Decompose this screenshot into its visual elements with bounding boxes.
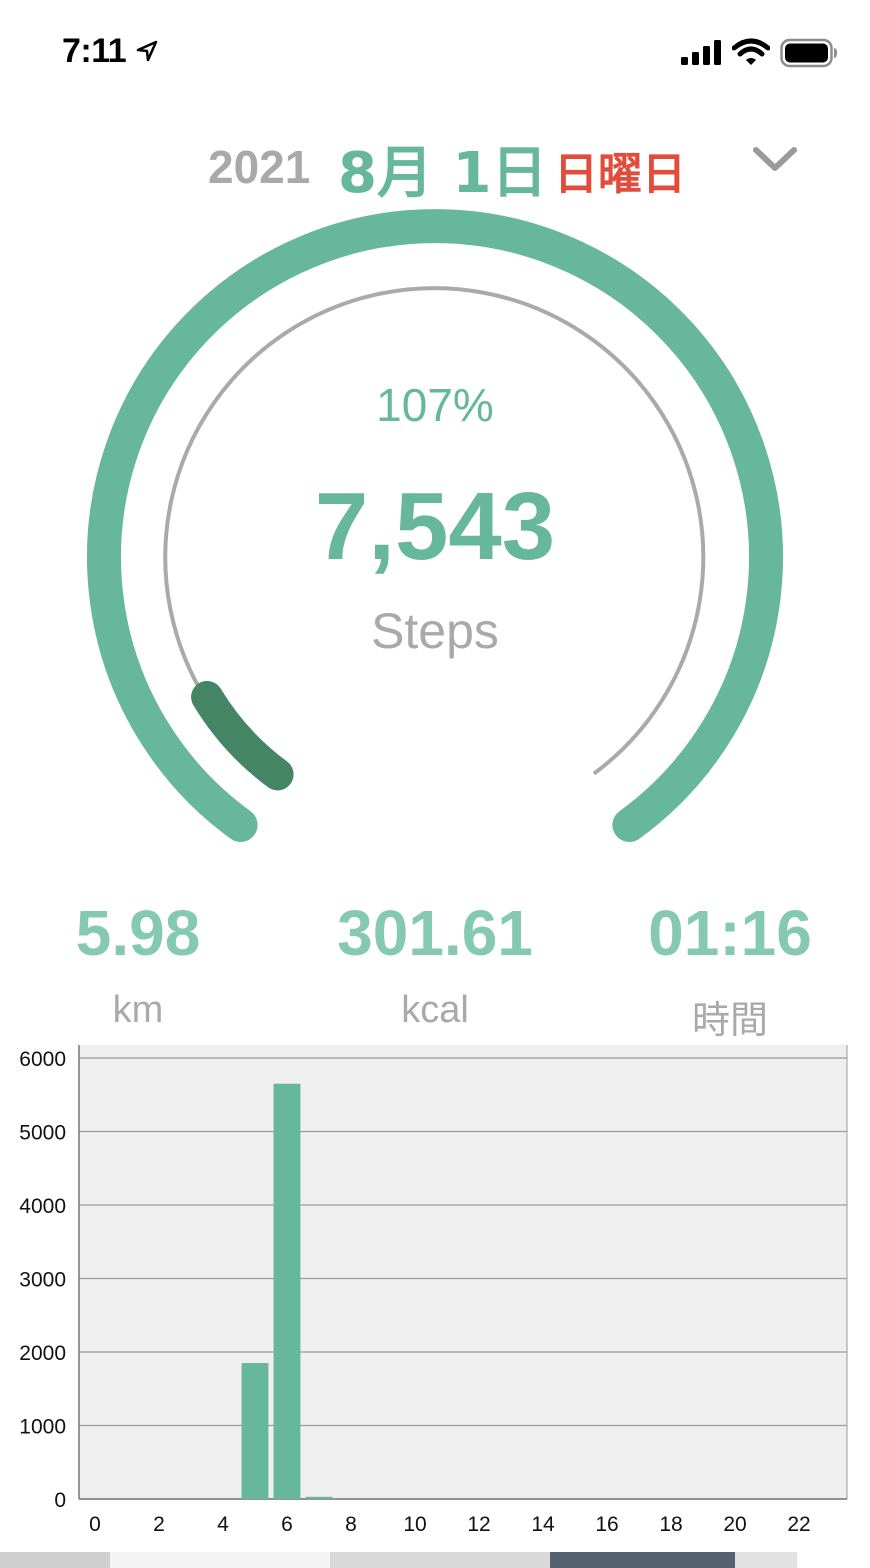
chart-bar — [305, 1496, 333, 1499]
stat-distance-unit: km — [112, 989, 164, 1031]
chart-x-tick-label: 20 — [723, 1513, 746, 1536]
chart-x-tick-label: 6 — [281, 1513, 293, 1536]
stat-calories-value: 301.61 — [337, 897, 533, 969]
ad-image — [110, 1552, 330, 1568]
chart-y-tick-label: 1000 — [19, 1416, 66, 1439]
chart-y-tick-label: 4000 — [19, 1195, 66, 1218]
gauge-progress-arc — [191, 681, 294, 791]
chart-x-tick-label: 10 — [403, 1513, 426, 1536]
gauge-unit: Steps — [371, 603, 499, 659]
chart-x-tick-label: 16 — [595, 1513, 618, 1536]
status-bar: 7:11 — [0, 0, 870, 100]
ad-banner[interactable] — [0, 1552, 870, 1568]
stat-distance-value: 5.98 — [75, 897, 201, 969]
chart-bar — [241, 1363, 269, 1499]
chart-x-tick-label: 2 — [153, 1513, 165, 1536]
chart-y-tick-label: 0 — [54, 1489, 66, 1512]
chart-x-tick-label: 4 — [217, 1513, 229, 1536]
chart-x-tick-label: 12 — [467, 1513, 490, 1536]
stats-row: 5.98 km 301.61 kcal 01:16 時間 — [0, 895, 870, 1042]
gauge-percent: 107% — [376, 379, 494, 431]
ad-image — [550, 1552, 735, 1568]
chart-plot-area — [79, 1045, 847, 1499]
ad-image — [735, 1552, 797, 1568]
chart-x-tick-label: 18 — [659, 1513, 682, 1536]
chart-x-tick-label: 0 — [89, 1513, 101, 1536]
cellular-signal-icon — [681, 40, 721, 65]
ad-image — [330, 1552, 550, 1568]
stat-duration: 01:16 時間 — [600, 895, 860, 1044]
stat-calories: 301.61 kcal — [305, 895, 565, 1032]
wifi-icon — [732, 38, 770, 65]
stat-distance: 5.98 km — [8, 895, 268, 1032]
ad-image — [0, 1552, 110, 1568]
battery-icon — [780, 38, 837, 68]
ad-close-icon[interactable] — [800, 1552, 870, 1568]
gauge-steps: 7,543 — [314, 473, 556, 580]
stat-calories-unit: kcal — [401, 989, 469, 1031]
status-time: 7:11 — [62, 32, 127, 70]
chart-x-tick-label: 8 — [345, 1513, 357, 1536]
date-year: 2021 — [208, 141, 311, 193]
chart-y-tick-label: 3000 — [19, 1269, 66, 1292]
chart-y-tick-label: 5000 — [19, 1122, 66, 1145]
chart-x-tick-label: 14 — [531, 1513, 555, 1536]
hourly-steps-chart: 0 1000 2000 3000 4000 5000 6000 0 2 4 6 8 10 12 14 16 18… — [19, 1045, 848, 1536]
step-gauge: 107% 7,543 Steps — [0, 190, 870, 870]
chart-bar — [273, 1083, 301, 1499]
stat-duration-value: 01:16 — [648, 897, 812, 969]
chart-y-tick-label: 2000 — [19, 1342, 66, 1365]
stat-duration-unit: 時間 — [691, 998, 768, 1042]
location-arrow-icon — [136, 40, 158, 62]
chevron-down-icon[interactable] — [752, 144, 798, 174]
chart-x-tick-label: 22 — [787, 1513, 810, 1536]
chart-y-tick-label: 6000 — [19, 1048, 66, 1071]
